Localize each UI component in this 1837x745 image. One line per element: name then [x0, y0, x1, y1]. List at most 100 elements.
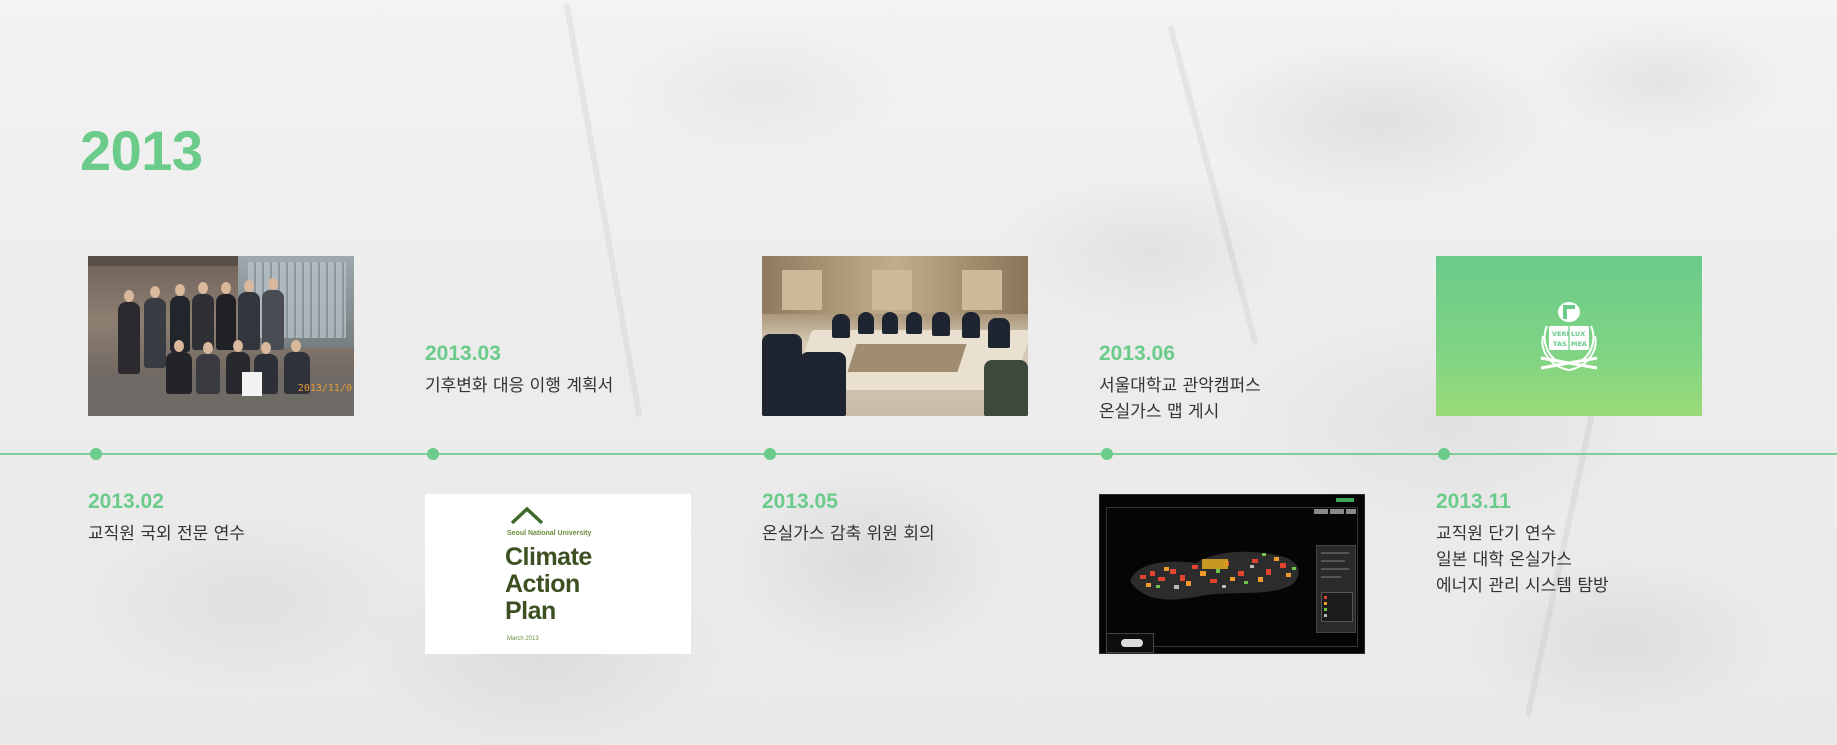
campus-ghg-map-screenshot	[1099, 494, 1365, 654]
entry-description-line: 교직원 단기 연수	[1436, 524, 1557, 544]
cover-university: Seoul National University	[507, 530, 592, 537]
photo-head	[268, 278, 278, 290]
staff-group-photo: 2013/11/0	[88, 256, 354, 416]
photo-person	[166, 352, 192, 394]
entry-description-line: 일본 대학 온실가스	[1436, 550, 1572, 570]
legend-row	[1321, 576, 1341, 578]
timeline-dot	[90, 448, 102, 460]
map-green-badge	[1336, 498, 1354, 502]
photo-date-stamp: 2013/11/0	[297, 383, 352, 394]
entry-description: 온실가스 감축 위원 회의	[762, 521, 1102, 547]
timeline-entry-2013-11: 2013.11 교직원 단기 연수 일본 대학 온실가스 에너지 관리 시스템 …	[1436, 490, 1776, 599]
photo-head	[198, 282, 208, 294]
minimap-shape	[1121, 639, 1143, 647]
map-minimap	[1106, 633, 1154, 653]
photo-person	[144, 298, 166, 368]
entry-description-line: 서울대학교 관악캠퍼스	[1099, 376, 1261, 396]
legend-swatch	[1324, 614, 1327, 617]
legend-box	[1321, 592, 1353, 622]
legend-row	[1321, 560, 1345, 562]
photo-attendee	[882, 312, 898, 334]
climate-action-plan-cover: Seoul National University Climate Action…	[425, 494, 691, 654]
cover-month: March 2013	[507, 636, 539, 642]
photo-head	[291, 340, 301, 352]
timeline-dot	[1101, 448, 1113, 460]
photo-attendee	[988, 318, 1010, 348]
photo-person	[192, 294, 214, 350]
timeline-dot	[427, 448, 439, 460]
entry-description-line: 기후변화 대응 이행 계획서	[425, 376, 614, 396]
photo-attendee	[762, 334, 802, 416]
photo-head	[124, 290, 134, 302]
photo-shopping-bag	[242, 372, 262, 396]
entry-date: 2013.02	[88, 490, 164, 513]
legend-swatch	[1324, 596, 1327, 599]
photo-attendee	[984, 360, 1028, 416]
photo-attendee	[858, 312, 874, 334]
timeline-entry-2013-05: 2013.05 온실가스 감축 위원 회의	[762, 490, 1102, 547]
cover-title-line: Action	[505, 570, 580, 598]
entry-date: 2013.05	[762, 490, 838, 513]
entry-date: 2013.03	[425, 342, 501, 365]
entry-date: 2013.06	[1099, 342, 1175, 365]
entry-description-line: 온실가스 맵 게시	[1099, 402, 1220, 422]
photo-attendee	[800, 352, 846, 416]
map-legend-panel	[1316, 545, 1356, 633]
cover-title: Climate Action Plan	[505, 544, 592, 625]
snu-emblem-card: VERI LUX TAS MEA	[1436, 256, 1702, 416]
emblem-text: TAS	[1553, 340, 1567, 348]
photo-window	[962, 270, 1002, 310]
legend-swatch	[1324, 608, 1327, 611]
photo-attendee	[906, 312, 922, 334]
photo-person	[118, 302, 140, 374]
photo-head	[203, 342, 213, 354]
photo-attendee	[962, 312, 980, 338]
timeline-dot	[764, 448, 776, 460]
photo-head	[261, 342, 271, 354]
photo-attendee	[932, 312, 950, 336]
campus-map-graphic	[1130, 551, 1299, 600]
year-heading: 2013	[80, 119, 203, 182]
map-toolbar-button	[1330, 509, 1344, 514]
entry-description-line: 에너지 관리 시스템 탐방	[1436, 576, 1609, 596]
timeline-dot	[1438, 448, 1450, 460]
photo-attendee	[832, 314, 850, 338]
entry-description: 교직원 국외 전문 연수	[88, 521, 428, 547]
committee-meeting-photo	[762, 256, 1028, 416]
entry-description: 교직원 단기 연수 일본 대학 온실가스 에너지 관리 시스템 탐방	[1436, 521, 1776, 599]
photo-table-center	[847, 344, 967, 372]
timeline-entry-2013-02: 2013.02 교직원 국외 전문 연수	[88, 490, 428, 547]
photo-head	[174, 340, 184, 352]
chevron-up-icon	[510, 506, 544, 525]
entry-description: 기후변화 대응 이행 계획서	[425, 373, 765, 399]
photo-person	[196, 354, 220, 394]
photo-head	[233, 340, 243, 352]
timeline-entry-2013-06: 2013.06 서울대학교 관악캠퍼스 온실가스 맵 게시	[1099, 342, 1439, 425]
legend-row	[1321, 552, 1349, 554]
emblem-text: LUX	[1571, 330, 1585, 338]
photo-person	[262, 290, 284, 350]
timeline-entry-2013-03: 2013.03 기후변화 대응 이행 계획서	[425, 342, 765, 399]
emblem-text: MEA	[1571, 340, 1587, 348]
photo-window	[872, 270, 912, 310]
photo-ground	[88, 374, 354, 416]
entry-description: 서울대학교 관악캠퍼스 온실가스 맵 게시	[1099, 373, 1439, 425]
entry-description-line: 교직원 국외 전문 연수	[88, 524, 245, 544]
entry-description-line: 온실가스 감축 위원 회의	[762, 524, 935, 544]
cover-title-line: Plan	[505, 597, 556, 625]
background-stem	[1167, 24, 1259, 346]
timeline-line	[0, 453, 1837, 455]
photo-head	[244, 280, 254, 292]
photo-head	[221, 282, 231, 294]
legend-row	[1321, 568, 1349, 570]
entry-date: 2013.11	[1436, 490, 1511, 513]
photo-window	[782, 270, 822, 310]
legend-swatch	[1324, 602, 1327, 605]
map-toolbar-button	[1346, 509, 1356, 514]
photo-head	[150, 286, 160, 298]
cover-title-line: Climate	[505, 543, 592, 571]
emblem-text: VERI	[1552, 330, 1569, 338]
snu-emblem-icon: VERI LUX TAS MEA	[1540, 302, 1598, 372]
map-toolbar-button	[1314, 509, 1328, 514]
photo-head	[175, 284, 185, 296]
